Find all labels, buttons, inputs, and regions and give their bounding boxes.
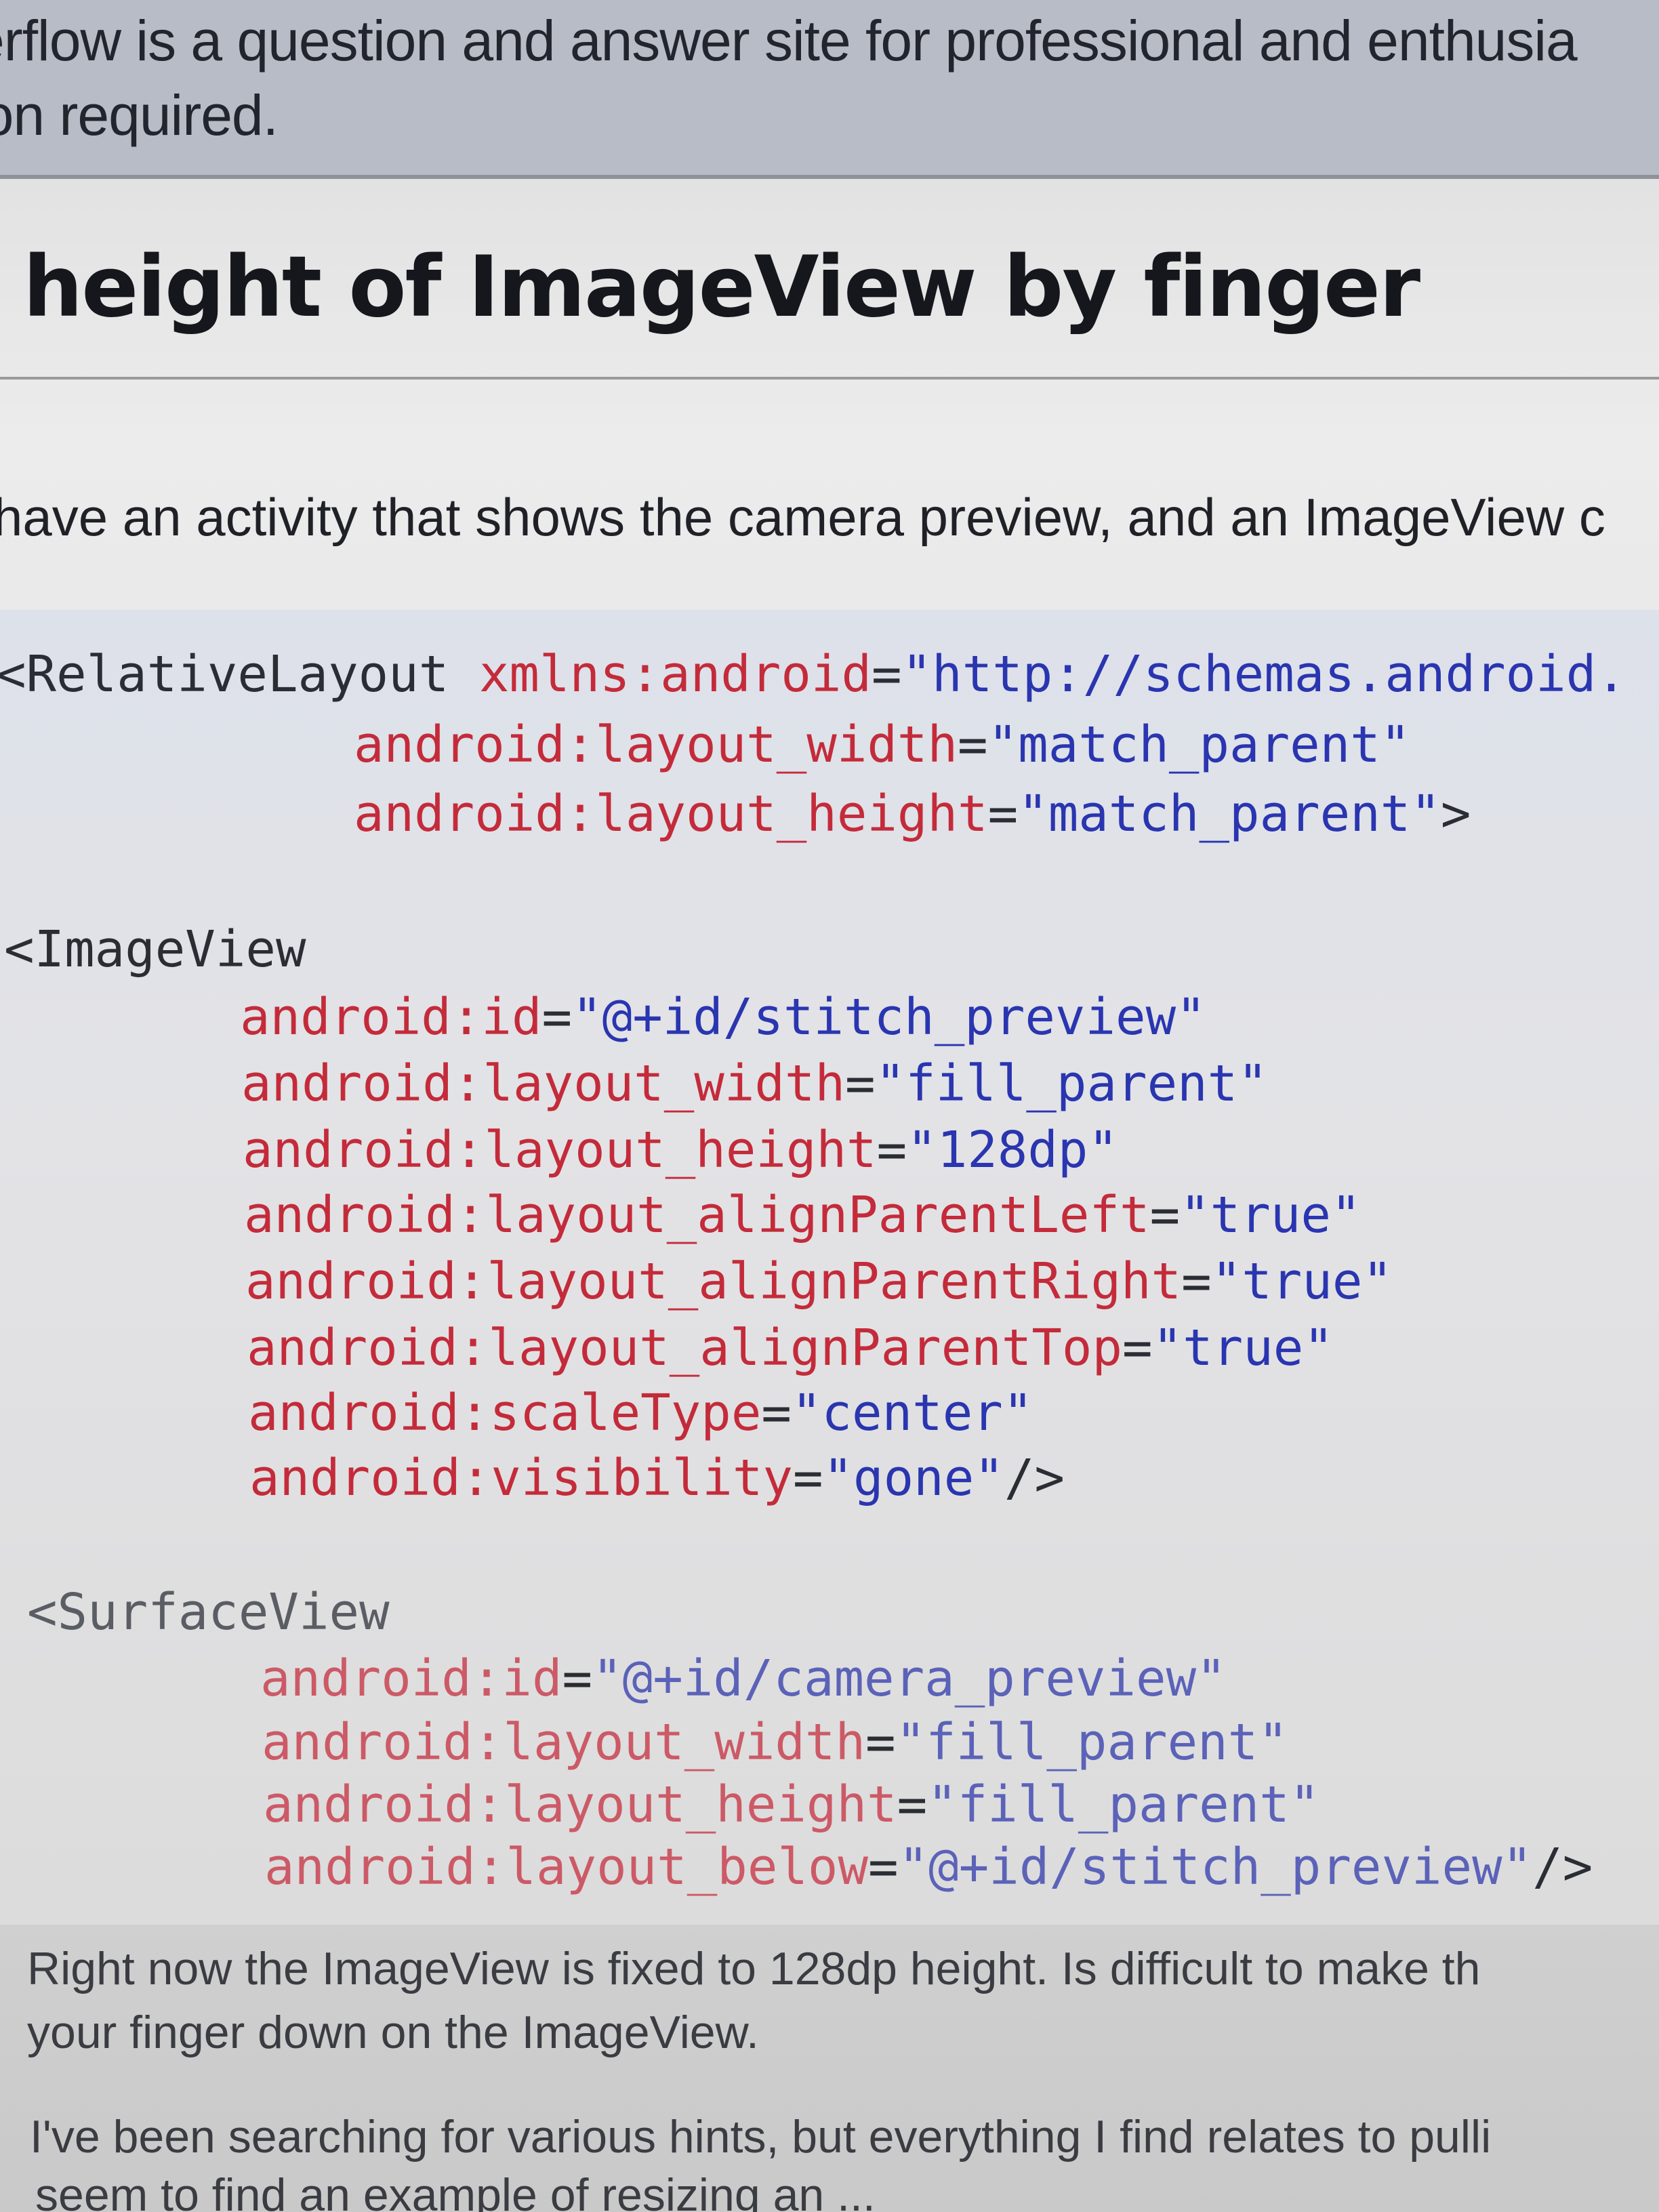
code-line-imageview-attr: android:layout_height="128dp" <box>243 1125 1118 1175</box>
code-line-imageview-attr: android:layout_alignParentLeft="true" <box>244 1190 1361 1240</box>
code-tag: <RelativeLayout <box>0 645 449 703</box>
code-value: "center" <box>791 1384 1033 1442</box>
code-value: "http://schemas.android. <box>901 645 1626 703</box>
code-equals: = <box>1181 1252 1212 1311</box>
page: erflow is a question and answer site for… <box>0 0 1659 2212</box>
code-line-relativelayout-open: <RelativeLayout xmlns:android="http://sc… <box>0 649 1626 699</box>
code-equals: = <box>792 1449 823 1507</box>
code-value: "fill_parent" <box>927 1776 1320 1834</box>
code-equals: = <box>562 1650 593 1708</box>
banner-text-line-2: ion required. <box>0 83 279 147</box>
code-value: "match_parent" <box>987 716 1411 774</box>
question-intro-text: have an activity that shows the camera p… <box>0 487 1605 547</box>
site-banner: erflow is a question and answer site for… <box>0 0 1659 179</box>
code-equals: = <box>761 1384 792 1442</box>
code-line-surfaceview-attr: android:layout_width="fill_parent" <box>262 1717 1288 1767</box>
code-value: "true" <box>1152 1319 1334 1377</box>
code-line-surfaceview-open: <SurfaceView <box>27 1587 390 1637</box>
code-value: "true" <box>1211 1252 1393 1311</box>
code-equals: = <box>1149 1186 1181 1244</box>
code-attr: android:layout_alignParentLeft <box>244 1186 1150 1244</box>
code-value: "@+id/stitch_preview" <box>572 988 1206 1046</box>
code-attr: android:layout_alignParentRight <box>245 1252 1182 1311</box>
code-equals: = <box>958 716 988 774</box>
code-attr: android:layout_below <box>264 1838 869 1896</box>
code-line-imageview-attr: android:layout_alignParentRight="true" <box>245 1256 1393 1307</box>
code-equals: = <box>897 1776 928 1834</box>
code-attr: xmlns:android <box>478 645 872 703</box>
code-equals: = <box>541 988 573 1046</box>
code-line-imageview-attr: android:visibility="gone"/> <box>249 1453 1065 1503</box>
code-equals: = <box>845 1054 876 1113</box>
code-value: "fill_parent" <box>895 1713 1288 1771</box>
code-tag: <ImageView <box>4 920 306 979</box>
code-equals: = <box>865 1713 896 1771</box>
code-line-imageview-open: <ImageView <box>4 924 306 975</box>
code-attr: android:layout_width <box>241 1054 846 1113</box>
body-paragraph-2-line-1: I've been searching for various hints, b… <box>30 2111 1492 2163</box>
code-end: /> <box>1532 1838 1593 1896</box>
code-attr: android:id <box>260 1650 562 1708</box>
code-close-bracket: > <box>1440 785 1471 843</box>
code-line-relativelayout-width: android:layout_width="match_parent" <box>354 720 1410 770</box>
code-value: "gone" <box>823 1449 1004 1507</box>
code-line-surfaceview-attr: android:layout_below="@+id/stitch_previe… <box>264 1842 1593 1892</box>
code-attr: android:layout_width <box>262 1713 866 1771</box>
code-attr: android:scaleType <box>248 1384 762 1442</box>
code-line-imageview-attr: android:layout_width="fill_parent" <box>241 1059 1268 1109</box>
code-attr: android:id <box>240 988 542 1046</box>
code-attr: android:visibility <box>249 1449 793 1507</box>
code-equals: = <box>1122 1319 1153 1377</box>
code-line-imageview-attr: android:scaleType="center" <box>248 1388 1033 1438</box>
code-attr: android:layout_width <box>354 716 958 774</box>
code-equals: = <box>868 1838 899 1896</box>
body-paragraph-1-line-2: your finger down on the ImageView. <box>27 2007 759 2058</box>
question-header: height of ImageView by finger <box>0 194 1659 380</box>
code-end: /> <box>1004 1449 1065 1507</box>
code-value: "@+id/stitch_preview" <box>898 1838 1533 1896</box>
banner-text-line-1: erflow is a question and answer site for… <box>0 9 1578 73</box>
code-value: "128dp" <box>907 1121 1119 1179</box>
code-line-imageview-attr: android:id="@+id/stitch_preview" <box>240 992 1206 1042</box>
code-value: "fill_parent" <box>875 1054 1268 1113</box>
code-equals: = <box>872 645 902 703</box>
code-line-surfaceview-attr: android:id="@+id/camera_preview" <box>260 1654 1227 1704</box>
code-attr: android:layout_height <box>263 1776 897 1834</box>
code-attr: android:layout_height <box>354 785 988 843</box>
code-line-imageview-attr: android:layout_alignParentTop="true" <box>247 1323 1334 1373</box>
code-block: <RelativeLayout xmlns:android="http://sc… <box>0 610 1659 1925</box>
code-equals: = <box>987 785 1019 843</box>
code-value: "true" <box>1180 1186 1361 1244</box>
question-title[interactable]: height of ImageView by finger <box>23 239 1420 336</box>
code-line-surfaceview-attr: android:layout_height="fill_parent" <box>263 1780 1319 1830</box>
code-line-relativelayout-height: android:layout_height="match_parent"> <box>354 789 1471 839</box>
code-attr: android:layout_alignParentTop <box>247 1319 1123 1377</box>
code-equals: = <box>876 1121 907 1179</box>
code-value: "match_parent" <box>1018 785 1441 843</box>
body-paragraph-2-line-2: seem to find an example of resizing an .… <box>35 2169 876 2212</box>
code-value: "@+id/camera_preview" <box>592 1650 1227 1708</box>
code-tag: <SurfaceView <box>27 1583 390 1641</box>
body-paragraph-1-line-1: Right now the ImageView is fixed to 128d… <box>27 1943 1481 1994</box>
code-attr: android:layout_height <box>243 1121 877 1179</box>
